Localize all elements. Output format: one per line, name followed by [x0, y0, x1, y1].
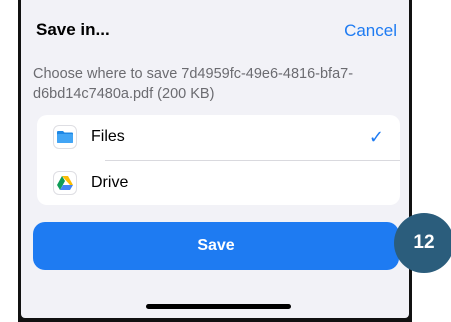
save-button-label: Save: [197, 237, 235, 254]
sheet-title: Save in...: [36, 20, 110, 39]
cancel-button[interactable]: Cancel: [344, 21, 397, 41]
step-number: 12: [413, 232, 435, 253]
destination-drive-row[interactable]: Drive: [37, 161, 400, 205]
save-in-sheet: Save in... Cancel Choose where to save 7…: [21, 0, 409, 318]
checkmark-icon: ✓: [368, 127, 384, 147]
save-description: Choose where to save 7d4959fc-49e6-4816-…: [33, 66, 354, 102]
destination-files-row[interactable]: Files ✓: [37, 115, 400, 159]
files-folder-icon: [53, 125, 77, 149]
google-drive-icon: [53, 171, 77, 195]
destination-files-label: Files: [91, 128, 125, 145]
home-indicator: [146, 304, 291, 309]
step-number-badge: 12: [394, 213, 451, 273]
destination-list: Files ✓ Drive: [37, 115, 400, 205]
save-button[interactable]: Save: [33, 222, 399, 270]
destination-drive-label: Drive: [91, 174, 129, 191]
